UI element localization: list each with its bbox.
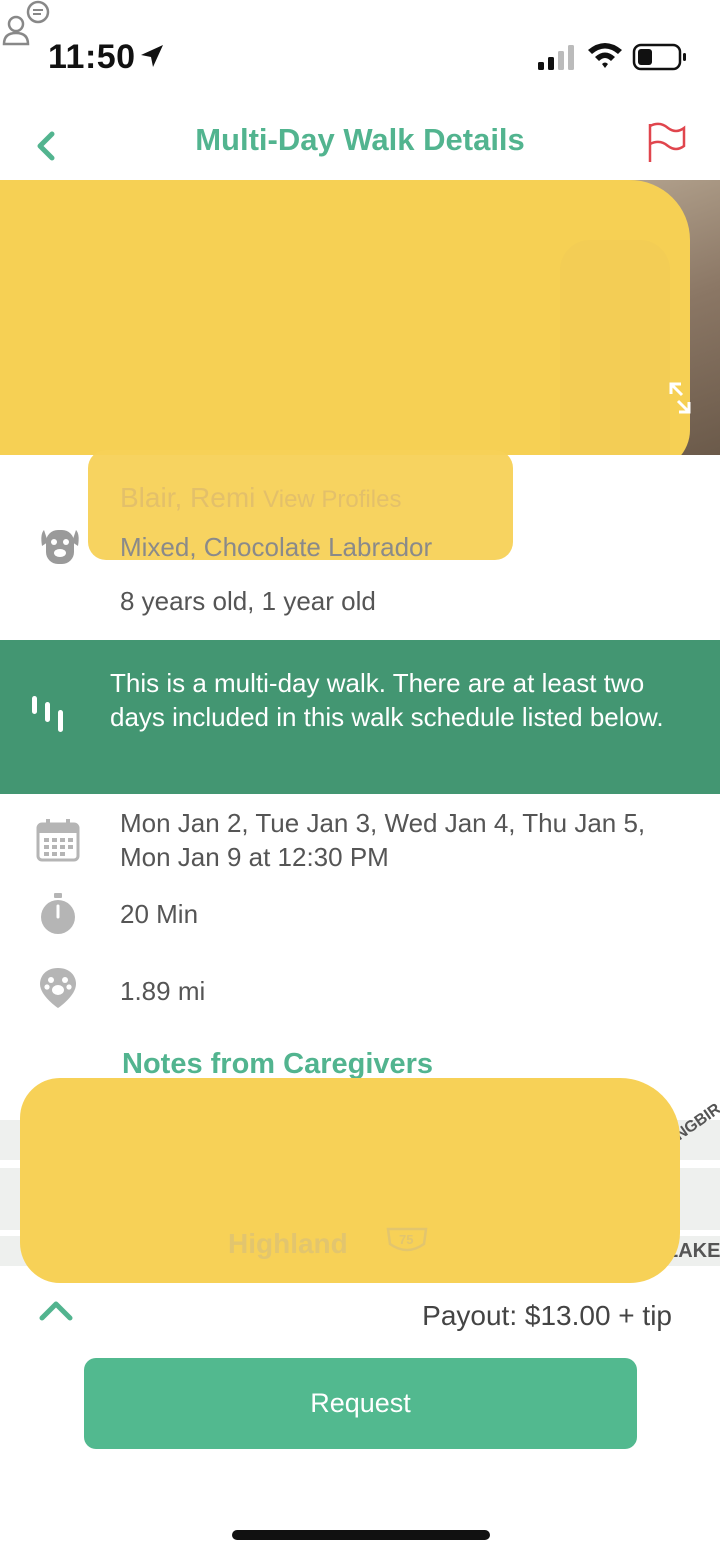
status-bar: 11:50 [0, 0, 720, 110]
walk-schedule: Mon Jan 2, Tue Jan 3, Wed Jan 4, Thu Jan… [120, 808, 646, 872]
notes-title[interactable]: Notes from Caregivers [122, 1048, 433, 1081]
status-time: 11:50 [48, 38, 136, 76]
route-badge: 75 [384, 1226, 430, 1256]
signal-icon [538, 45, 574, 70]
expand-icon[interactable] [666, 380, 694, 416]
map-redaction [20, 1078, 680, 1283]
dog-icon [41, 530, 79, 564]
timer-icon [41, 893, 75, 934]
paw-pin-icon [40, 968, 76, 1008]
payout: Payout: $13.00 + tip [422, 1300, 672, 1331]
map-label-highland: Highland [228, 1228, 348, 1259]
page-title: Multi-Day Walk Details [195, 122, 525, 157]
walk-distance: 1.89 mi [120, 976, 206, 1006]
chevron-up-icon[interactable] [36, 1296, 76, 1326]
location-arrow-icon [141, 45, 163, 67]
flag-icon[interactable] [640, 116, 690, 168]
header: Multi-Day Walk Details [0, 110, 720, 180]
request-button[interactable]: Request [84, 1358, 637, 1449]
view-profiles-link[interactable]: View Profiles [263, 486, 401, 513]
dog-names: Blair, Remi [120, 482, 256, 513]
dog-breed: Mixed, Chocolate Labrador [120, 532, 433, 562]
walk-duration: 20 Min [120, 899, 199, 929]
dog-photo[interactable] [0, 180, 720, 455]
dog-age: 8 years old, 1 year old [120, 586, 376, 616]
multi-day-icon [32, 696, 63, 732]
multi-day-banner: This is a multi-day walk. There are at l… [0, 640, 720, 794]
home-indicator[interactable] [232, 1530, 490, 1540]
wifi-icon [588, 43, 622, 68]
calendar-icon [36, 819, 80, 862]
dog-names-link[interactable]: Blair, Remi View Profiles [120, 482, 401, 514]
photo-redaction-edge [560, 240, 670, 455]
route-number: 75 [399, 1232, 414, 1247]
multi-day-banner-text: This is a multi-day walk. There are at l… [110, 668, 664, 732]
battery-icon [632, 43, 686, 71]
